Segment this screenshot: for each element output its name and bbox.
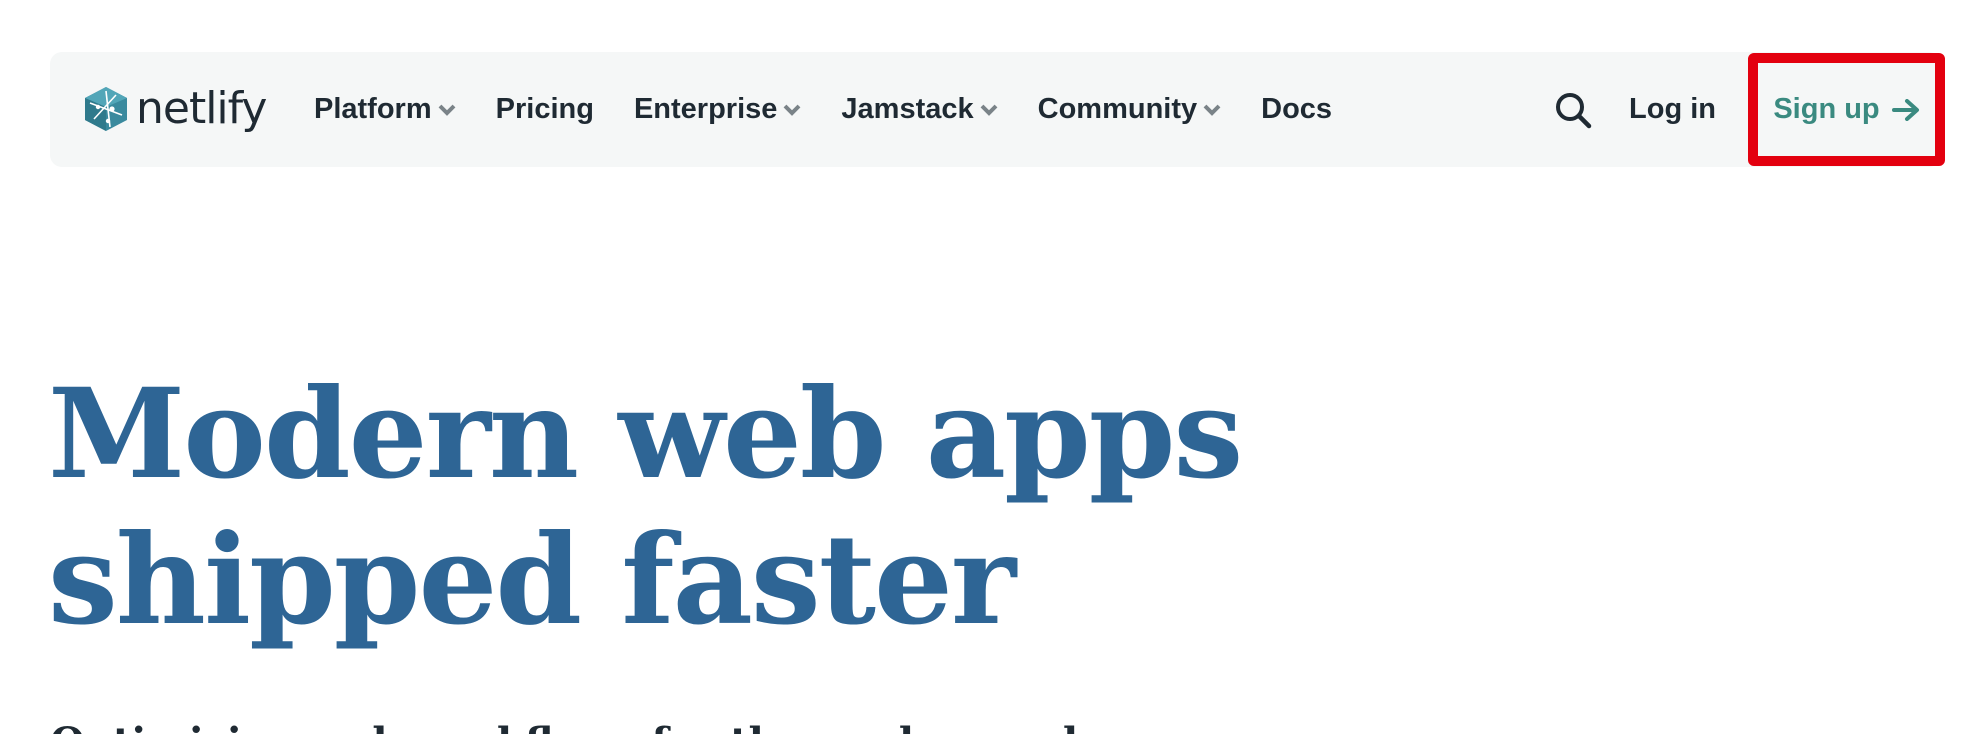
nav-item-platform[interactable]: Platform <box>314 93 456 126</box>
page: netlify Platform Pricing Enterprise Jams… <box>0 0 1964 734</box>
chevron-down-icon <box>980 104 998 116</box>
hero-title-line-2: shipped faster <box>48 508 1016 653</box>
nav-item-community[interactable]: Community <box>1038 93 1222 126</box>
brand-name: netlify <box>136 83 267 134</box>
signup-button[interactable]: Sign up <box>1748 53 1945 166</box>
top-navbar: netlify Platform Pricing Enterprise Jams… <box>50 52 1945 167</box>
nav-item-label: Platform <box>314 93 432 125</box>
hero-subtitle: Optimizing web workflows for the modern … <box>50 718 1350 734</box>
search-button[interactable] <box>1553 90 1593 130</box>
search-icon <box>1556 92 1592 128</box>
nav-item-label: Jamstack <box>841 93 974 125</box>
nav-item-jamstack[interactable]: Jamstack <box>841 93 998 126</box>
chevron-down-icon <box>783 104 801 116</box>
nav-actions: Log in Sign up <box>1553 52 1945 167</box>
nav-item-docs[interactable]: Docs <box>1261 93 1332 126</box>
nav-item-pricing[interactable]: Pricing <box>496 93 594 126</box>
hero-title-line-1: Modern web apps <box>48 362 1243 507</box>
signup-label: Sign up <box>1773 93 1880 125</box>
chevron-down-icon <box>438 104 456 116</box>
nav-item-label: Docs <box>1261 93 1333 125</box>
netlify-logo[interactable]: netlify <box>82 82 267 136</box>
chevron-down-icon <box>1203 104 1221 116</box>
nav-item-enterprise[interactable]: Enterprise <box>634 93 801 126</box>
login-link[interactable]: Log in <box>1629 93 1716 126</box>
hero-title: Modern web apps shipped faster <box>48 362 1348 654</box>
nav-item-label: Community <box>1037 93 1198 125</box>
arrow-right-icon <box>1891 98 1919 121</box>
netlify-logo-icon <box>82 85 130 133</box>
nav-item-label: Enterprise <box>633 93 778 125</box>
main-nav: Platform Pricing Enterprise Jamstack Com… <box>314 52 1332 167</box>
nav-item-label: Pricing <box>495 93 594 125</box>
